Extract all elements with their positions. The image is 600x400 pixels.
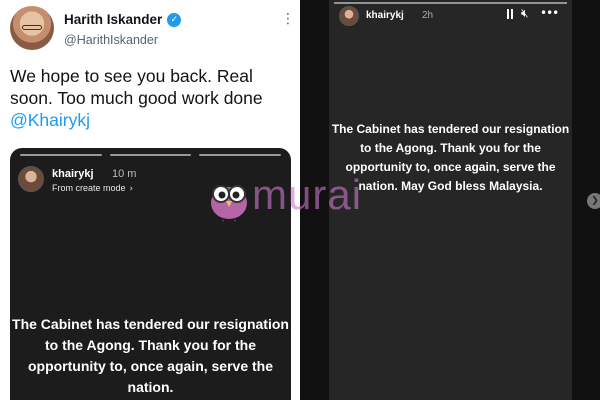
- story-progress-bar: [334, 2, 567, 4]
- story-text: The Cabinet has tendered our resignation…: [331, 122, 570, 193]
- more-horizontal-icon[interactable]: •••: [540, 6, 559, 20]
- story-mode-label: From create mode ›: [52, 183, 133, 194]
- story-time: 2h: [422, 10, 434, 21]
- pause-icon[interactable]: [507, 9, 513, 19]
- story-username[interactable]: khairykj: [366, 10, 404, 21]
- embedded-story-text: The Cabinet has tendered our resignation…: [12, 316, 289, 395]
- tweet-card: Harith Iskander ✓ @HarithIskander ⋮ We h…: [0, 0, 300, 400]
- chevron-right-icon: ❯: [591, 196, 599, 206]
- story-avatar: [18, 166, 44, 192]
- story-time: 10 m: [112, 168, 137, 180]
- story-card[interactable]: khairykj 2h 🔇︎ ••• The Cabinet has tende…: [329, 0, 572, 400]
- author-name[interactable]: Harith Iskander: [64, 12, 162, 27]
- story-mode-text: From create mode: [52, 183, 126, 193]
- story-viewer: khairykj 2h 🔇︎ ••• The Cabinet has tende…: [300, 0, 600, 400]
- progress-segment: [20, 154, 102, 156]
- next-story-button[interactable]: ❯: [587, 193, 600, 209]
- story-progress-bars: [20, 154, 282, 156]
- author-handle[interactable]: @HarithIskander: [64, 33, 158, 47]
- progress-segment: [199, 154, 282, 156]
- story-avatar[interactable]: [339, 6, 359, 26]
- verified-badge-icon: ✓: [167, 12, 182, 27]
- author-avatar[interactable]: [10, 6, 54, 50]
- author-name-line: Harith Iskander ✓: [64, 12, 182, 27]
- embedded-story-image[interactable]: khairykj 10 m From create mode › The Cabi…: [10, 148, 291, 400]
- story-username: khairykj: [52, 168, 94, 180]
- more-vertical-icon[interactable]: ⋮: [281, 12, 295, 26]
- volume-mute-icon[interactable]: 🔇︎: [521, 6, 529, 21]
- tweet-text: We hope to see you back. Real soon. Too …: [10, 65, 295, 131]
- tweet-mention-link[interactable]: @Khairykj: [10, 109, 295, 131]
- progress-segment: [109, 154, 192, 156]
- chevron-right-icon: ›: [129, 184, 134, 194]
- tweet-body: We hope to see you back. Real soon. Too …: [10, 66, 263, 108]
